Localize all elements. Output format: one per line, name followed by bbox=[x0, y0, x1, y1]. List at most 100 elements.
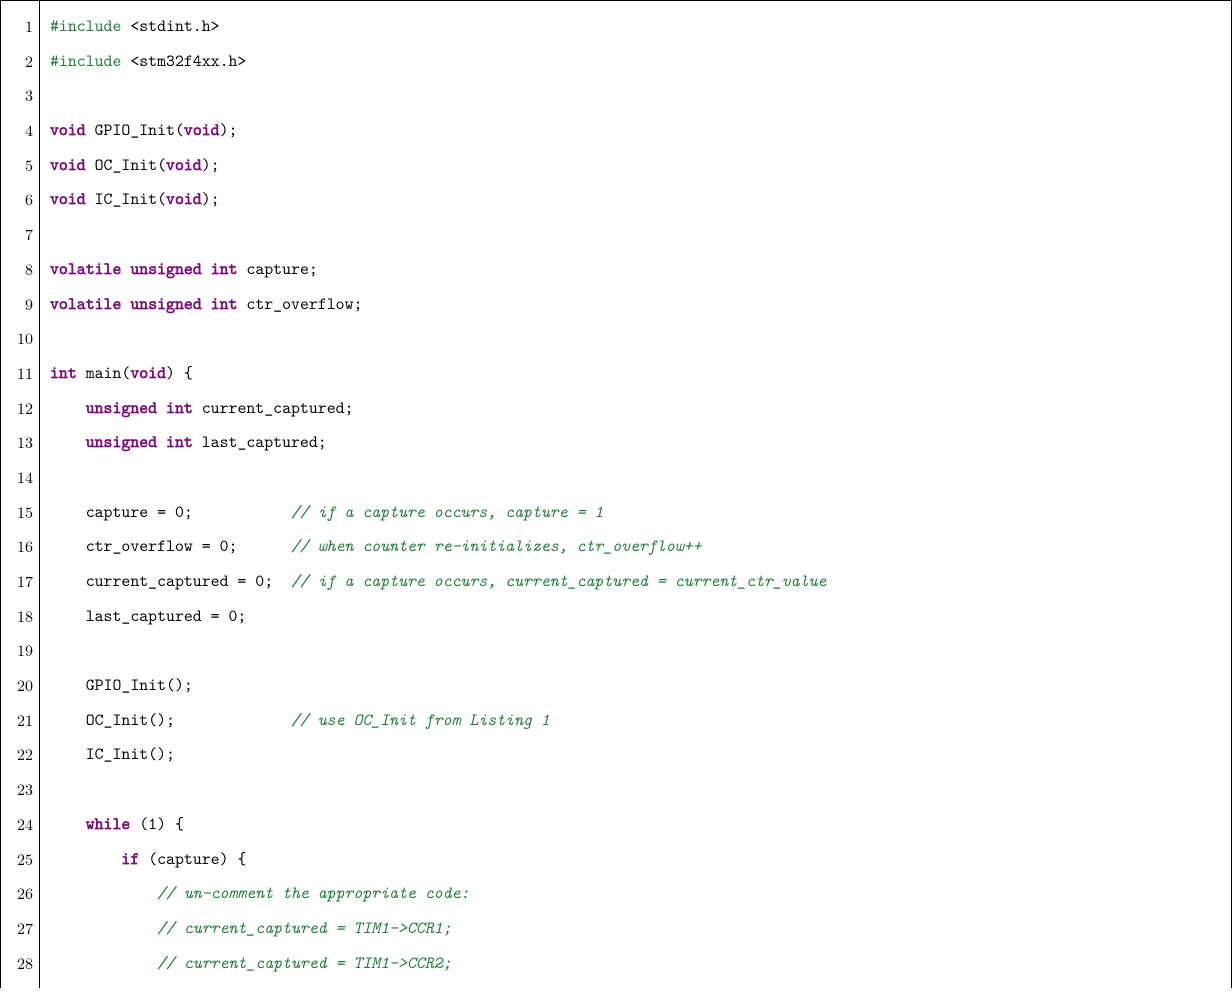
line-number: 21 bbox=[7, 703, 33, 738]
code-line bbox=[50, 633, 1221, 668]
code-line: unsigned int last_captured; bbox=[50, 425, 1221, 460]
token-plain bbox=[50, 431, 86, 453]
token-cm: // use OC_Init from Listing 1 bbox=[291, 709, 550, 731]
token-plain bbox=[50, 882, 157, 904]
line-number: 17 bbox=[7, 564, 33, 599]
code-line: int main(void) { bbox=[50, 356, 1221, 391]
token-plain bbox=[50, 397, 86, 419]
token-plain: OC_Init(); bbox=[50, 709, 291, 731]
line-number-gutter: 1234567891011121314151617181920212223242… bbox=[1, 1, 40, 988]
code-line: while (1) { bbox=[50, 807, 1221, 842]
line-number: 12 bbox=[7, 391, 33, 426]
code-line bbox=[50, 217, 1221, 252]
code-line: OC_Init(); // use OC_Init from Listing 1 bbox=[50, 703, 1221, 738]
line-number: 22 bbox=[7, 737, 33, 772]
code-line: unsigned int current_captured; bbox=[50, 391, 1221, 426]
line-number: 7 bbox=[7, 217, 33, 252]
token-kw: void bbox=[130, 362, 166, 384]
token-kw: void bbox=[166, 154, 202, 176]
token-cm: // when counter re-initializes, ctr_over… bbox=[291, 535, 702, 557]
token-cm: // current_captured = TIM1->CCR2; bbox=[157, 952, 452, 974]
line-number: 9 bbox=[7, 287, 33, 322]
token-kw: unsigned bbox=[86, 431, 157, 453]
token-kw: unsigned bbox=[130, 293, 201, 315]
line-number: 6 bbox=[7, 182, 33, 217]
token-kw: int bbox=[211, 293, 238, 315]
token-kw: while bbox=[86, 813, 131, 835]
line-number: 20 bbox=[7, 668, 33, 703]
token-kw: void bbox=[50, 119, 86, 141]
line-number: 28 bbox=[7, 946, 33, 981]
line-number: 5 bbox=[7, 148, 33, 183]
token-kw: volatile bbox=[50, 258, 121, 280]
token-plain bbox=[157, 431, 166, 453]
code-line: volatile unsigned int capture; bbox=[50, 252, 1221, 287]
line-number: 27 bbox=[7, 911, 33, 946]
token-kw: int bbox=[211, 258, 238, 280]
token-plain bbox=[50, 917, 157, 939]
code-line bbox=[50, 321, 1221, 356]
token-plain: ctr_overflow; bbox=[237, 293, 362, 315]
token-kw: unsigned bbox=[86, 397, 157, 419]
token-plain: ctr_overflow = 0; bbox=[50, 535, 291, 557]
code-line: last_captured = 0; bbox=[50, 599, 1221, 634]
line-number: 16 bbox=[7, 529, 33, 564]
token-kw: void bbox=[50, 188, 86, 210]
token-plain: current_captured = 0; bbox=[50, 570, 291, 592]
token-cm: // un-comment the appropriate code: bbox=[157, 882, 469, 904]
token-plain: (1) { bbox=[130, 813, 184, 835]
code-line: #include <stdint.h> bbox=[50, 9, 1221, 44]
line-number: 2 bbox=[7, 44, 33, 79]
token-pp: #include bbox=[50, 50, 121, 72]
token-kw: void bbox=[184, 119, 220, 141]
token-pp: #include bbox=[50, 15, 121, 37]
line-number: 13 bbox=[7, 425, 33, 460]
code-line bbox=[50, 460, 1221, 495]
token-plain: capture = 0; bbox=[50, 501, 291, 523]
code-line: capture = 0; // if a capture occurs, cap… bbox=[50, 495, 1221, 530]
token-plain: OC_Init( bbox=[86, 154, 166, 176]
token-plain: <stm32f4xx.h> bbox=[121, 50, 246, 72]
code-line: #include <stm32f4xx.h> bbox=[50, 44, 1221, 79]
code-line: ctr_overflow = 0; // when counter re-ini… bbox=[50, 529, 1221, 564]
token-plain bbox=[50, 952, 157, 974]
token-kw: void bbox=[166, 188, 202, 210]
line-number: 1 bbox=[7, 9, 33, 44]
token-cm: // current_captured = TIM1->CCR1; bbox=[157, 917, 452, 939]
token-plain: capture; bbox=[237, 258, 317, 280]
line-number: 23 bbox=[7, 772, 33, 807]
line-number: 15 bbox=[7, 495, 33, 530]
code-line: // current_captured = TIM1->CCR1; bbox=[50, 911, 1221, 946]
token-plain: last_captured = 0; bbox=[50, 605, 246, 627]
token-kw: void bbox=[50, 154, 86, 176]
token-plain: ); bbox=[202, 154, 220, 176]
code-listing: 1234567891011121314151617181920212223242… bbox=[0, 0, 1232, 988]
token-plain: IC_Init(); bbox=[50, 743, 175, 765]
line-number: 8 bbox=[7, 252, 33, 287]
token-plain bbox=[121, 293, 130, 315]
token-plain: last_captured; bbox=[193, 431, 327, 453]
token-plain bbox=[157, 397, 166, 419]
token-plain bbox=[121, 258, 130, 280]
code-area: #include <stdint.h>#include <stm32f4xx.h… bbox=[40, 1, 1231, 988]
code-line: void GPIO_Init(void); bbox=[50, 113, 1221, 148]
line-number: 4 bbox=[7, 113, 33, 148]
code-line: if (capture) { bbox=[50, 842, 1221, 877]
token-plain bbox=[50, 848, 121, 870]
line-number: 19 bbox=[7, 633, 33, 668]
token-plain: <stdint.h> bbox=[121, 15, 219, 37]
code-line: GPIO_Init(); bbox=[50, 668, 1221, 703]
line-number: 18 bbox=[7, 599, 33, 634]
line-number: 11 bbox=[7, 356, 33, 391]
token-plain bbox=[50, 813, 86, 835]
token-cm: // if a capture occurs, current_captured… bbox=[291, 570, 827, 592]
token-plain: GPIO_Init(); bbox=[50, 674, 193, 696]
line-number: 14 bbox=[7, 460, 33, 495]
code-line: void IC_Init(void); bbox=[50, 182, 1221, 217]
line-number: 25 bbox=[7, 842, 33, 877]
token-kw: unsigned bbox=[130, 258, 201, 280]
code-line bbox=[50, 78, 1221, 113]
token-kw: if bbox=[121, 848, 139, 870]
code-line: void OC_Init(void); bbox=[50, 148, 1221, 183]
token-cm: // if a capture occurs, capture = 1 bbox=[291, 501, 603, 523]
